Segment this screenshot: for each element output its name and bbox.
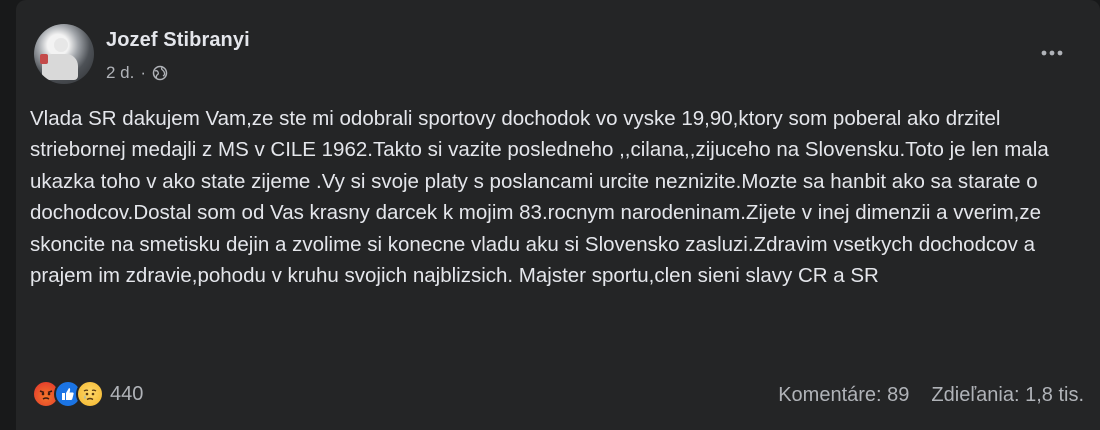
avatar-face [54,38,68,52]
globe-icon[interactable] [152,65,168,81]
meta-separator: · [140,63,147,82]
reaction-count[interactable]: 440 [110,383,143,406]
post-stats: Komentáre: 89 Zdieľania: 1,8 tis. [778,384,1084,407]
post-card: Jozef Stibranyi 2 d. · Vlada SR dakujem … [16,0,1100,430]
more-options-icon[interactable] [1034,38,1070,68]
comments-count[interactable]: Komentáre: 89 [778,384,909,407]
reactions-summary[interactable]: 440 [32,380,143,408]
post-text: Vlada SR dakujem Vam,ze ste mi odobrali … [30,107,1049,288]
avatar-accent [40,54,48,64]
post-meta: 2 d. · [106,63,168,83]
author-avatar[interactable] [34,24,94,84]
author-name[interactable]: Jozef Stibranyi [106,29,250,52]
post-time[interactable]: 2 d. [106,63,134,83]
shares-count[interactable]: Zdieľania: 1,8 tis. [931,384,1084,407]
sad-emoji [76,380,104,408]
